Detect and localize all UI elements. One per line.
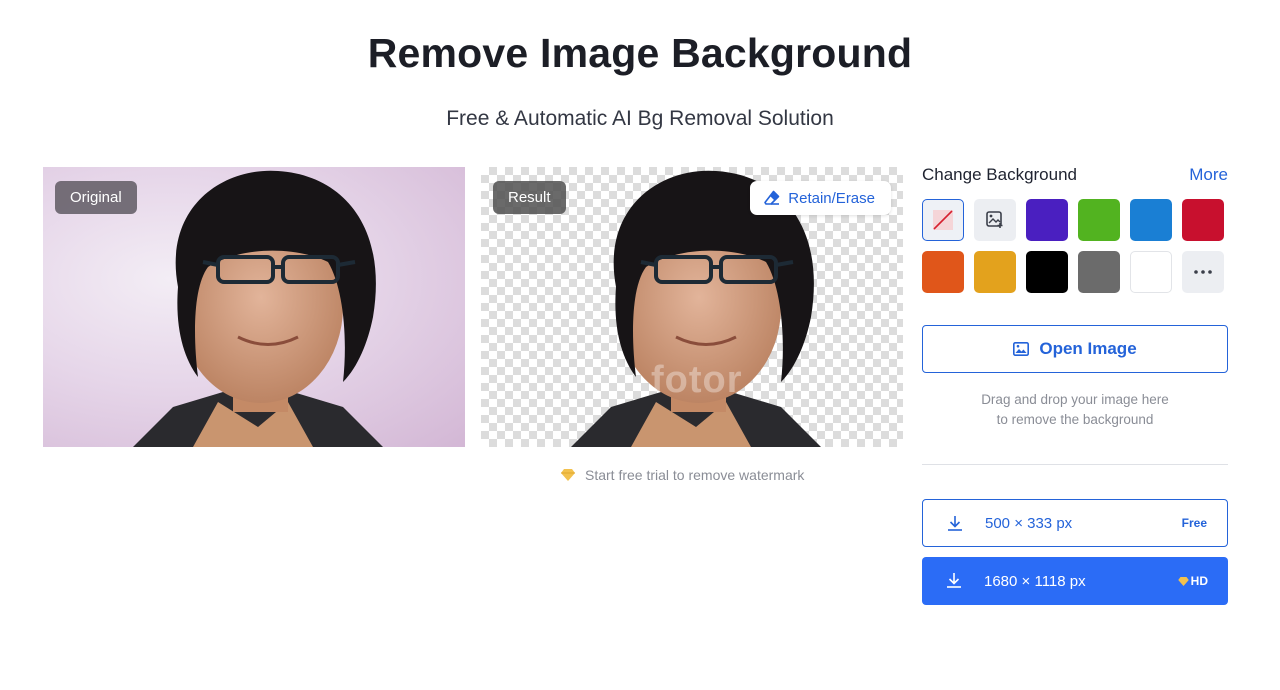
free-badge: Free bbox=[1181, 516, 1207, 530]
download-hd-size: 1680 × 1118 px bbox=[984, 572, 1086, 590]
swatch-none[interactable] bbox=[922, 199, 964, 241]
change-background-label: Change Background bbox=[922, 165, 1078, 184]
download-icon bbox=[948, 516, 962, 531]
divider bbox=[922, 464, 1228, 465]
swatch-black[interactable] bbox=[1026, 251, 1068, 293]
trial-note[interactable]: Start free trial to remove watermark bbox=[481, 467, 921, 483]
original-label: Original bbox=[55, 181, 137, 214]
download-free-size: 500 × 333 px bbox=[985, 514, 1073, 532]
drop-hint-line-2: to remove the background bbox=[996, 412, 1154, 427]
drop-hint: Drag and drop your image here to remove … bbox=[922, 390, 1228, 430]
swatch-white[interactable] bbox=[1130, 251, 1172, 293]
hd-badge: HD bbox=[1177, 574, 1208, 588]
diamond-icon bbox=[561, 469, 575, 481]
watermark-text: fotor bbox=[651, 359, 743, 401]
swatch-image[interactable] bbox=[974, 199, 1016, 241]
eraser-icon bbox=[764, 190, 780, 205]
background-sidebar: Change Background More Open Image Drag a… bbox=[922, 163, 1228, 605]
more-link[interactable]: More bbox=[1189, 165, 1228, 185]
retain-erase-button[interactable]: Retain/Erase bbox=[750, 181, 891, 215]
swatch-blue[interactable] bbox=[1130, 199, 1172, 241]
retain-erase-label: Retain/Erase bbox=[788, 189, 875, 207]
download-icon bbox=[947, 573, 961, 588]
open-image-button[interactable]: Open Image bbox=[922, 325, 1228, 373]
no-background-icon bbox=[933, 210, 953, 230]
original-image-panel: Original bbox=[43, 167, 465, 447]
swatch-amber[interactable] bbox=[974, 251, 1016, 293]
page-title: Remove Image Background bbox=[367, 30, 913, 76]
swatch-orange[interactable] bbox=[922, 251, 964, 293]
more-dots-icon bbox=[1194, 270, 1212, 274]
trial-note-text: Start free trial to remove watermark bbox=[585, 467, 805, 483]
swatch-gray[interactable] bbox=[1078, 251, 1120, 293]
page: Remove Image Background Free & Automatic… bbox=[0, 0, 1280, 690]
swatch-more-colors[interactable] bbox=[1182, 251, 1224, 293]
result-image-panel: fotor Result Retain/Erase bbox=[481, 167, 903, 447]
hd-badge-label: HD bbox=[1190, 574, 1208, 588]
background-swatches bbox=[922, 199, 1228, 293]
download-hd-button[interactable]: 1680 × 1118 px HD bbox=[922, 557, 1228, 605]
image-add-icon bbox=[986, 211, 1003, 228]
swatch-red[interactable] bbox=[1182, 199, 1224, 241]
result-label: Result bbox=[493, 181, 566, 214]
image-icon bbox=[1013, 342, 1030, 356]
change-background-header: Change Background More bbox=[922, 163, 1228, 187]
drop-hint-line-1: Drag and drop your image here bbox=[981, 392, 1169, 407]
swatch-green[interactable] bbox=[1078, 199, 1120, 241]
diamond-icon bbox=[1177, 576, 1189, 586]
swatch-purple[interactable] bbox=[1026, 199, 1068, 241]
page-subtitle: Free & Automatic AI Bg Removal Solution bbox=[446, 107, 834, 130]
download-free-button[interactable]: 500 × 333 px Free bbox=[922, 499, 1228, 547]
open-image-label: Open Image bbox=[1039, 339, 1137, 358]
